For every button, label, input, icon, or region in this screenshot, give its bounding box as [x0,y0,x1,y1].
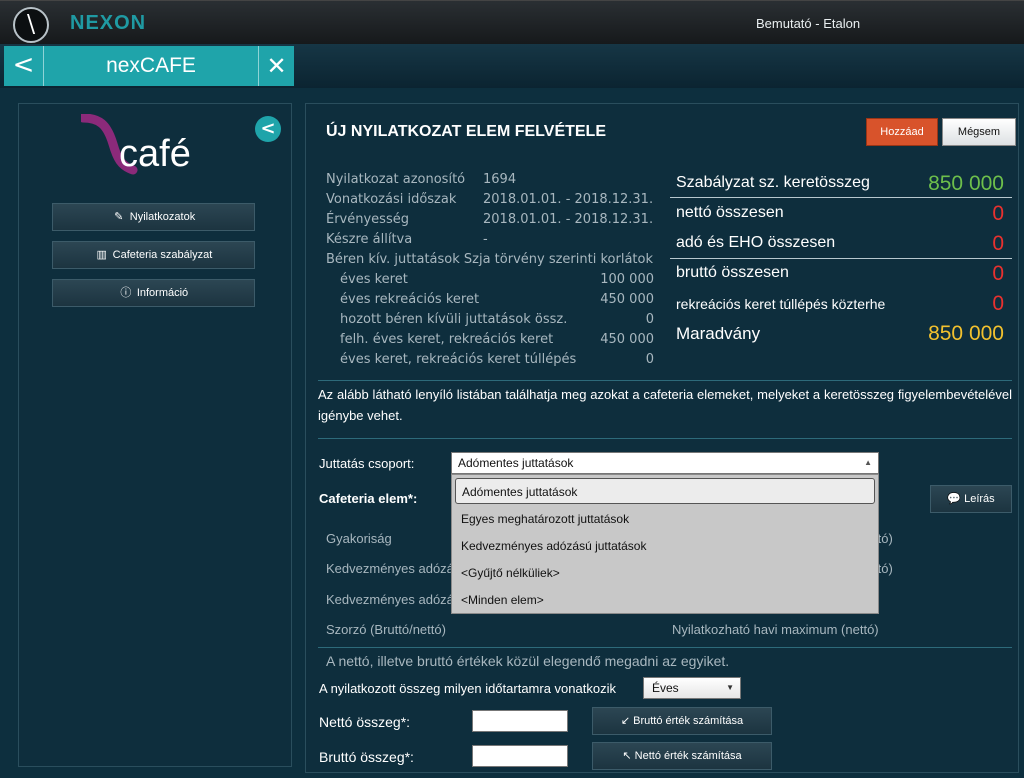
period-select[interactable]: Éves ▼ [643,677,741,699]
period-label: A nyilatkozott összeg milyen időtartamra… [319,681,616,696]
calc-gross-label: Bruttó érték számítása [633,715,744,727]
tab-bar: < nexCAFE ✕ [0,44,1024,88]
close-icon[interactable]: ✕ [258,46,294,86]
group-label: Juttatás csoport: [319,456,415,471]
section-divider [318,647,1012,648]
tab-title: nexCAFE [106,54,196,77]
calc-net-label: Nettó érték számítása [634,750,742,762]
info-icon: ⓘ [120,287,132,299]
limit-value: 450 000 [600,332,654,347]
back-icon[interactable]: < [4,46,44,86]
document-edit-icon: ✎ [114,211,124,223]
sidebar-item-label: Információ [136,287,189,299]
sidebar-item-nyilatkozatok[interactable]: ✎ Nyilatkozatok [52,203,255,231]
tab-nexcafe[interactable]: < nexCAFE ✕ [4,46,294,86]
sidebar-item-label: Nyilatkozatok [129,211,196,223]
speech-bubble-icon: 💬 [947,493,962,505]
summary-value: 0 [992,262,1004,285]
svg-text:café: café [119,133,191,175]
page-title: ÚJ NYILATKOZAT ELEM FELVÉTELE [326,123,606,140]
element-label: Cafeteria elem*: [319,491,418,506]
summary-label: Szabályzat sz. keretösszeg [676,174,870,191]
info-value: - [483,232,488,247]
info-value: 1694 [483,172,517,187]
summary-label: Maradvány [676,324,761,343]
group-dropdown-list: Adómentes juttatások Egyes meghatározott… [451,474,879,614]
triangle-down-icon: ▼ [726,683,734,692]
collapse-sidebar-icon[interactable]: < [255,116,281,142]
info-label: Vonatkozási időszak [326,192,457,207]
monthly-max-label: Nyilatkozható havi maximum (nettó) [672,622,879,637]
limit-label: hozott béren kívüli juttatások össz. [340,312,568,327]
gross-amount-label: Bruttó összeg*: [319,749,414,765]
sidebar-item-label: Cafeteria szabályzat [112,249,213,261]
summary-value: 850 000 [928,172,1004,195]
limits-title: Béren kív. juttatások Szja törvény szeri… [326,252,653,267]
instructions-text: Az alább látható lenyíló listában találh… [318,387,1012,423]
calc-net-button[interactable]: ↖ Nettó érték számítása [592,742,772,770]
summary-value: 0 [992,292,1004,315]
summary-label: rekreációs keret túllépés közterhe [676,296,886,312]
limit-label: éves keret, rekreációs keret túllépés [340,352,577,367]
summary-value: 850 000 [928,322,1004,345]
net-amount-input[interactable] [472,710,568,732]
dropdown-option[interactable]: Adómentes juttatások [455,478,875,504]
triangle-up-icon: ▲ [864,458,872,467]
dropdown-option[interactable]: <Minden elem> [460,587,872,613]
section-divider [318,380,1012,381]
limit-value: 450 000 [600,292,654,307]
cancel-button[interactable]: Mégsem [942,118,1016,146]
brand-name: NEXON [70,12,147,34]
summary-value: 0 [992,232,1004,255]
book-icon: ▥ [96,249,107,261]
limit-value: 0 [645,312,654,327]
dropdown-option[interactable]: Egyes meghatározott juttatások [460,506,872,532]
multiplier-label: Szorzó (Bruttó/nettó) [326,622,446,637]
limit-label: éves rekreációs keret [340,292,480,307]
field-label: Gyakoriság [326,531,392,546]
info-value: 2018.01.01. - 2018.12.31. [483,192,654,207]
limit-label: éves keret [340,272,408,287]
sidebar-item-cafeteria-szabalyzat[interactable]: ▥ Cafeteria szabályzat [52,241,255,269]
add-button[interactable]: Hozzáad [866,118,938,146]
summary-label: nettó összesen [676,204,784,221]
field-label: Kedvezményes adózá [326,592,454,607]
nexon-logo-icon: \ [13,7,49,43]
summary-divider [670,197,1012,198]
group-select-value: Adómentes juttatások [458,456,574,470]
user-label: Bemutató - Etalon [756,16,861,31]
calc-gross-button[interactable]: ↙ Bruttó érték számítása [592,707,772,735]
period-select-value: Éves [652,681,679,695]
section-divider [318,438,1012,439]
gross-amount-input[interactable] [472,745,568,767]
hint-text: A nettó, illetve bruttó értékek közül el… [326,653,730,669]
limit-value: 100 000 [600,272,654,287]
field-label: Kedvezményes adózá [326,561,454,576]
title-bar: \ NEXON Bemutató - Etalon [0,0,1024,44]
main-panel: ÚJ NYILATKOZAT ELEM FELVÉTELE Hozzáad Mé… [305,103,1019,773]
description-button-label: Leírás [964,493,995,505]
summary-divider [670,258,1012,259]
sidebar: café < ✎ Nyilatkozatok ▥ Cafeteria szabály… [18,103,292,767]
limit-value: 0 [645,352,654,367]
limit-label: felh. éves keret, rekreációs keret [340,332,554,347]
info-value: 2018.01.01. - 2018.12.31. [483,212,654,227]
dropdown-option[interactable]: Kedvezményes adózású juttatások [460,533,872,559]
description-button[interactable]: 💬 Leírás [930,485,1012,513]
net-amount-label: Nettó összeg*: [319,714,411,730]
cafe-logo: café [78,113,221,176]
info-label: Készre állítva [326,232,413,247]
summary-label: bruttó összesen [676,264,789,281]
group-select[interactable]: Adómentes juttatások ▲ [451,452,879,474]
dropdown-option[interactable]: <Gyűjtő nélküliek> [460,560,872,586]
summary-value: 0 [992,202,1004,225]
info-label: Nyilatkozat azonosító [326,172,466,187]
sidebar-item-informacio[interactable]: ⓘ Információ [52,279,255,307]
arrow-down-left-icon: ↙ [620,715,631,727]
summary-label: adó és EHO összesen [676,234,836,251]
info-label: Érvényesség [326,212,409,227]
arrow-up-left-icon: ↖ [622,750,632,762]
